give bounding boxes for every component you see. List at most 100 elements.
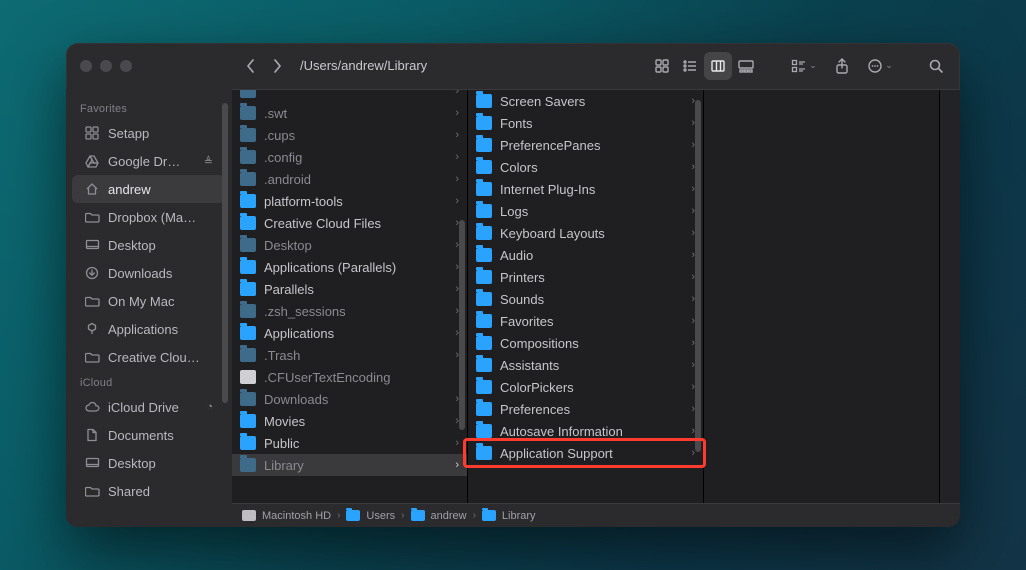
folder-icon	[240, 392, 256, 406]
file-row[interactable]: Application Support›	[468, 442, 703, 464]
file-name: .swt	[264, 106, 447, 121]
sidebar-item[interactable]: Shared	[72, 477, 225, 505]
folder-icon	[476, 402, 492, 416]
file-row[interactable]: Applications (Parallels)›	[232, 256, 467, 278]
file-row[interactable]: ColorPickers›	[468, 376, 703, 398]
sidebar-scrollbar[interactable]	[222, 103, 228, 403]
file-row[interactable]: Audio›	[468, 244, 703, 266]
sidebar-item[interactable]: andrew	[72, 175, 225, 203]
file-row[interactable]: ›	[232, 90, 467, 102]
cloud-icon	[84, 399, 100, 415]
file-row[interactable]: Desktop›	[232, 234, 467, 256]
path-title: /Users/andrew/Library	[300, 58, 427, 73]
file-row[interactable]: Fonts›	[468, 112, 703, 134]
zoom-dot[interactable]	[120, 60, 132, 72]
sidebar-item[interactable]: Dropbox (Ma…	[72, 203, 225, 231]
sidebar-section-label: Favorites	[66, 97, 231, 119]
view-gallery-button[interactable]	[732, 52, 760, 80]
file-row[interactable]: Assistants›	[468, 354, 703, 376]
file-row[interactable]: Favorites›	[468, 310, 703, 332]
file-row[interactable]: .cups›	[232, 124, 467, 146]
group-by-button[interactable]: ⌄	[786, 52, 822, 80]
folder-icon	[240, 90, 256, 98]
file-row[interactable]: .android›	[232, 168, 467, 190]
sidebar-item-label: Desktop	[108, 456, 213, 471]
view-columns-button[interactable]	[704, 52, 732, 80]
path-separator-icon: ›	[473, 510, 476, 521]
sidebar-item[interactable]: Downloads	[72, 259, 225, 287]
folder-icon	[476, 138, 492, 152]
folder-icon	[476, 270, 492, 284]
column-2: Screen Savers›Fonts›PreferencePanes›Colo…	[468, 90, 704, 503]
path-segment[interactable]: andrew	[431, 510, 467, 522]
path-segment[interactable]: Users	[366, 510, 395, 522]
sidebar-item[interactable]: Creative Clou…	[72, 343, 225, 371]
file-row[interactable]: Downloads›	[232, 388, 467, 410]
file-name: ColorPickers	[500, 380, 683, 395]
file-row[interactable]: .Trash›	[232, 344, 467, 366]
file-name: .Trash	[264, 348, 447, 363]
file-row[interactable]: Public›	[232, 432, 467, 454]
action-menu-button[interactable]: ⌄	[862, 52, 898, 80]
file-row[interactable]: PreferencePanes›	[468, 134, 703, 156]
file-row[interactable]: Creative Cloud Files›	[232, 212, 467, 234]
sidebar-item-trail: ≜	[204, 155, 213, 168]
sidebar-item[interactable]: Applications	[72, 315, 225, 343]
file-row[interactable]: .swt ›	[232, 102, 467, 124]
file-row[interactable]: .zsh_sessions›	[232, 300, 467, 322]
file-row[interactable]: Sounds›	[468, 288, 703, 310]
path-segment[interactable]: Library	[502, 510, 536, 522]
file-row[interactable]: Colors›	[468, 156, 703, 178]
sidebar-item[interactable]: Desktop	[72, 449, 225, 477]
minimize-dot[interactable]	[100, 60, 112, 72]
file-row[interactable]: .CFUserTextEncoding›	[232, 366, 467, 388]
file-name: Compositions	[500, 336, 683, 351]
column-2-scrollbar[interactable]	[695, 100, 701, 452]
folder-icon	[476, 226, 492, 240]
sidebar-item-label: Creative Clou…	[108, 350, 213, 365]
file-row[interactable]: Preferences›	[468, 398, 703, 420]
file-row[interactable]: .config›	[232, 146, 467, 168]
file-row[interactable]: Internet Plug-Ins›	[468, 178, 703, 200]
file-row[interactable]: Library›	[232, 454, 467, 476]
view-icons-button[interactable]	[648, 52, 676, 80]
share-button[interactable]	[828, 52, 856, 80]
sidebar-item[interactable]: Documents	[72, 421, 225, 449]
chevron-down-icon: ⌄	[809, 60, 817, 71]
back-button[interactable]	[238, 52, 264, 80]
sidebar-item[interactable]: Google Dr…≜	[72, 147, 225, 175]
file-row[interactable]: Printers›	[468, 266, 703, 288]
file-row[interactable]: Screen Savers›	[468, 90, 703, 112]
sidebar-item[interactable]: Setapp	[72, 119, 225, 147]
file-row[interactable]: Compositions›	[468, 332, 703, 354]
file-row[interactable]: Movies›	[232, 410, 467, 432]
sidebar-item[interactable]: iCloud Drive ◔	[72, 393, 225, 421]
sidebar-item[interactable]: On My Mac	[72, 287, 225, 315]
column-1-scrollbar[interactable]	[459, 220, 465, 430]
file-row[interactable]: Applications›	[232, 322, 467, 344]
close-dot[interactable]	[80, 60, 92, 72]
folder-icon	[240, 348, 256, 362]
file-row[interactable]: Autosave Information›	[468, 420, 703, 442]
sidebar-item-trail: ◔	[206, 401, 213, 413]
file-row[interactable]: Parallels›	[232, 278, 467, 300]
file-row[interactable]: Keyboard Layouts›	[468, 222, 703, 244]
folder-icon	[476, 292, 492, 306]
path-separator-icon: ›	[401, 510, 404, 521]
search-button[interactable]	[922, 52, 950, 80]
sidebar-section-label: iCloud	[66, 371, 231, 393]
forward-button[interactable]	[264, 52, 290, 80]
file-row[interactable]: Logs›	[468, 200, 703, 222]
chevron-right-icon: ›	[455, 107, 459, 119]
sidebar-item[interactable]: Desktop	[72, 231, 225, 259]
chevron-right-icon: ›	[455, 90, 459, 97]
sidebar-item-label: Applications	[108, 322, 213, 337]
view-list-button[interactable]	[676, 52, 704, 80]
folder-icon	[346, 510, 360, 521]
path-segment[interactable]: Macintosh HD	[262, 510, 331, 522]
file-row[interactable]: platform-tools›	[232, 190, 467, 212]
sidebar-item-label: iCloud Drive	[108, 400, 198, 415]
file-name: Internet Plug-Ins	[500, 182, 683, 197]
folder-icon	[240, 128, 256, 142]
file-name: Movies	[264, 414, 447, 429]
